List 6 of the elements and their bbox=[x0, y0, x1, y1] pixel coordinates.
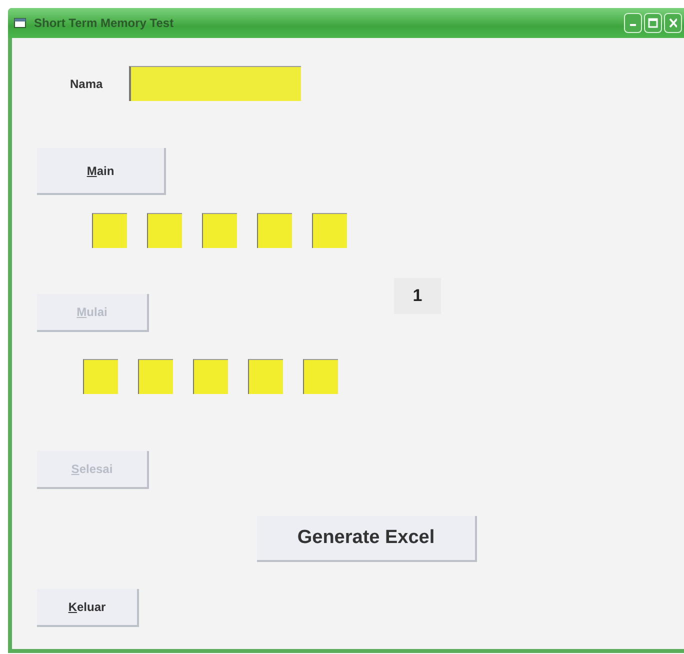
exit-button[interactable]: Keluar bbox=[37, 589, 139, 627]
window-title: Short Term Memory Test bbox=[34, 16, 174, 30]
name-label: Nama bbox=[70, 76, 103, 90]
counter-label: 1 bbox=[394, 278, 441, 314]
generate-excel-button[interactable]: Generate Excel bbox=[257, 516, 477, 562]
main-button[interactable]: Main bbox=[37, 148, 166, 195]
